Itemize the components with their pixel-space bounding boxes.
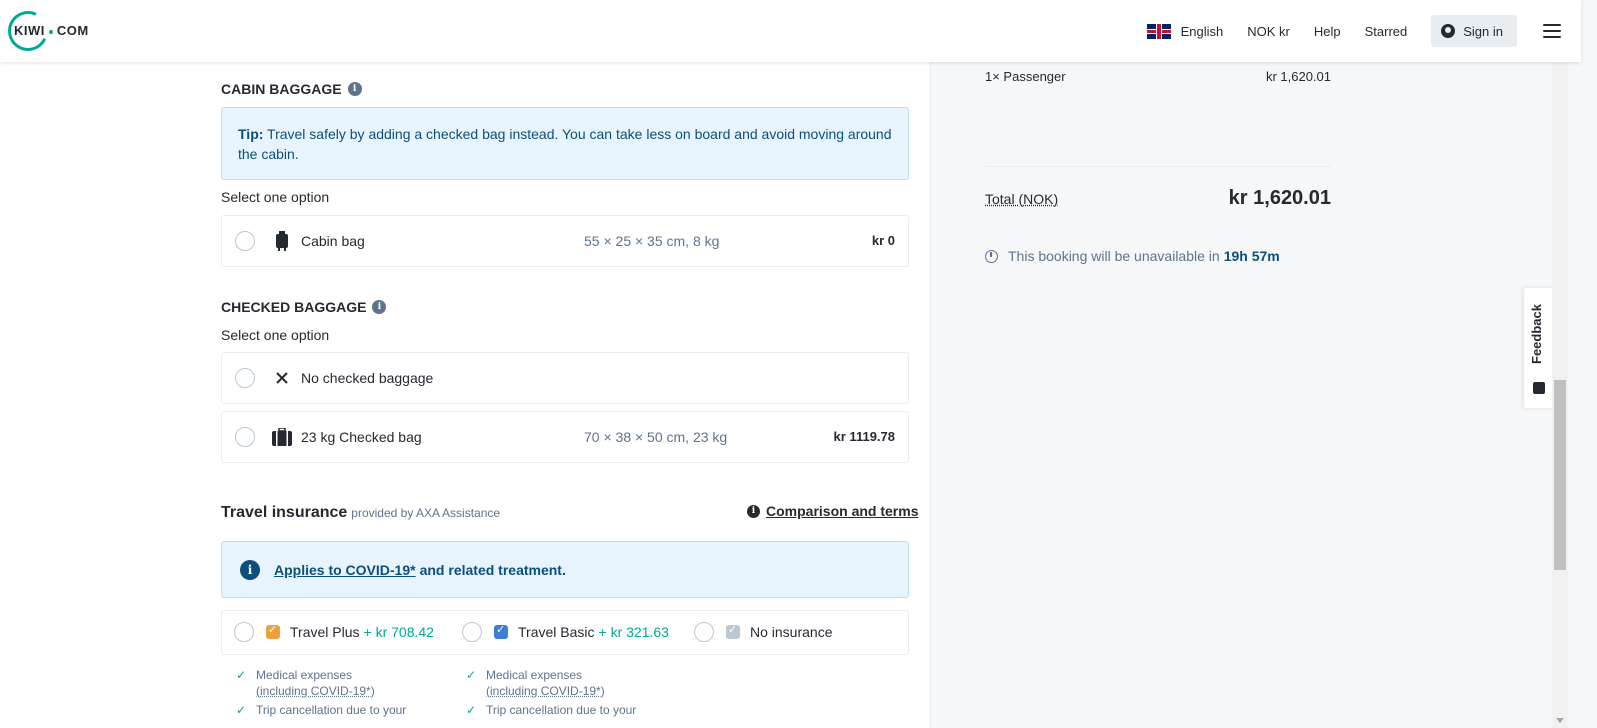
menu-icon[interactable]: [1543, 24, 1561, 38]
passenger-label: 1× Passenger: [985, 69, 1066, 84]
option-label: Travel Plus: [290, 624, 360, 640]
feedback-icon: [1533, 382, 1545, 394]
divider: [985, 166, 1331, 167]
cabin-baggage-title-text: CABIN BAGGAGE: [221, 81, 342, 97]
shield-off-icon: [726, 623, 740, 639]
feature-text: Medical expenses: [486, 668, 583, 682]
feature-item: ✓ Trip cancellation due to your: [236, 702, 407, 718]
sign-in-label: Sign in: [1463, 23, 1503, 39]
shield-icon: [266, 623, 280, 639]
top-header: KIWI COM English NOK kr Help Starred Sign…: [0, 0, 1581, 62]
option-label: Cabin bag: [301, 233, 365, 249]
stopwatch-icon: [985, 249, 998, 263]
check-icon: ✓: [466, 668, 477, 682]
logo-text-right: COM: [56, 23, 89, 38]
check-icon: ✓: [236, 703, 247, 717]
option-price: + kr 708.42: [363, 624, 434, 640]
logo-text-left: KIWI: [14, 23, 45, 38]
info-icon: i: [747, 504, 760, 518]
check-icon: ✓: [236, 668, 247, 682]
logo-dot: [48, 29, 53, 34]
checked-baggage-title: CHECKED BAGGAGE i: [221, 299, 387, 315]
feature-subtext[interactable]: (including COVID-19*): [486, 683, 605, 699]
comparison-terms-link[interactable]: i Comparison and terms: [747, 503, 918, 519]
option-label: Travel Basic: [518, 624, 595, 640]
passenger-row: 1× Passenger kr 1,620.01: [985, 69, 1331, 84]
feedback-tab[interactable]: Feedback: [1523, 287, 1554, 409]
currency-selector[interactable]: NOK kr: [1247, 24, 1290, 39]
cabin-select-label: Select one option: [221, 189, 330, 205]
option-label: 23 kg Checked bag: [301, 429, 422, 445]
radio-button[interactable]: [235, 427, 255, 447]
info-icon[interactable]: i: [372, 300, 387, 314]
uk-flag-icon: [1146, 23, 1171, 39]
no-insurance-option[interactable]: No insurance: [694, 622, 833, 642]
kiwi-logo[interactable]: KIWI COM: [2, 5, 92, 57]
check-icon: ✓: [466, 703, 477, 717]
option-label: No checked baggage: [301, 370, 434, 386]
starred-link[interactable]: Starred: [1365, 24, 1408, 39]
scrollbar-thumb[interactable]: [1554, 380, 1566, 570]
travel-basic-option[interactable]: Travel Basic + kr 321.63: [462, 622, 669, 642]
total-label[interactable]: Total (NOK): [985, 191, 1058, 207]
logo-text: KIWI COM: [14, 23, 89, 38]
shield-icon: [494, 623, 508, 639]
info-icon[interactable]: i: [347, 82, 362, 96]
timer-value: 19h 57m: [1223, 248, 1280, 264]
passenger-price: kr 1,620.01: [1265, 69, 1331, 84]
comparison-terms-label: Comparison and terms: [766, 503, 919, 519]
feature-subtext[interactable]: (including COVID-19*): [256, 683, 375, 699]
no-checked-baggage-option[interactable]: No checked baggage: [221, 352, 909, 404]
help-link[interactable]: Help: [1314, 24, 1341, 39]
covid-text: and related treatment.: [419, 561, 566, 578]
feature-item: ✓ Medical expenses (including COVID-19*): [236, 667, 375, 699]
sign-in-button[interactable]: Sign in: [1431, 15, 1517, 47]
radio-button[interactable]: [235, 368, 255, 388]
total-value: kr 1,620.01: [1228, 187, 1331, 209]
option-dimensions: 70 × 38 × 50 cm, 23 kg: [584, 429, 728, 445]
radio-button[interactable]: [694, 622, 714, 642]
language-label: English: [1180, 23, 1224, 39]
tip-label: Tip:: [238, 126, 264, 142]
cabin-baggage-title: CABIN BAGGAGE i: [221, 81, 362, 97]
option-price: kr 0: [871, 233, 895, 248]
radio-button[interactable]: [235, 231, 255, 251]
checked-select-label: Select one option: [221, 327, 330, 343]
option-dimensions: 55 × 25 × 35 cm, 8 kg: [584, 233, 720, 249]
feature-text: Trip cancellation due to your: [256, 703, 407, 717]
feature-item: ✓ Medical expenses (including COVID-19*): [466, 667, 605, 699]
covid-link[interactable]: Applies to COVID-19*: [274, 562, 416, 578]
radio-button[interactable]: [234, 622, 254, 642]
insurance-title-text: Travel insurance: [221, 504, 348, 521]
cabin-bag-icon: [272, 231, 292, 251]
radio-button[interactable]: [462, 622, 482, 642]
timer-text: This booking will be unavailable in: [1008, 248, 1220, 264]
info-icon: i: [240, 559, 260, 580]
checked-baggage-title-text: CHECKED BAGGAGE: [221, 299, 367, 315]
language-selector[interactable]: English: [1146, 23, 1224, 39]
option-price: kr 1119.78: [833, 429, 895, 444]
checked-bag-option[interactable]: 23 kg Checked bag 70 × 38 × 50 cm, 23 kg…: [221, 411, 909, 463]
option-price: + kr 321.63: [598, 624, 669, 640]
close-icon: [272, 368, 292, 388]
insurance-options: Travel Plus + kr 708.42 Travel Basic + k…: [221, 610, 909, 655]
header-nav: English NOK kr Help Starred Sign in: [1123, 0, 1561, 62]
feature-item: ✓ Trip cancellation due to your: [466, 702, 637, 718]
tip-text: Travel safely by adding a checked bag in…: [238, 126, 892, 162]
cabin-bag-option[interactable]: Cabin bag 55 × 25 × 35 cm, 8 kg kr 0: [221, 215, 909, 267]
insurance-title: Travel insurance provided by AXA Assistan…: [221, 504, 500, 522]
user-icon: [1441, 24, 1456, 38]
feature-text: Trip cancellation due to your: [486, 703, 637, 717]
page-scrollbar[interactable]: [1552, 0, 1568, 728]
travel-plus-option[interactable]: Travel Plus + kr 708.42: [234, 622, 434, 642]
covid-info-box: i Applies to COVID-19* and related treat…: [221, 541, 909, 598]
suitcase-icon: [272, 427, 292, 447]
booking-timer: This booking will be unavailable in 19h …: [985, 248, 1280, 264]
feedback-label: Feedback: [1529, 304, 1544, 364]
scroll-down-arrow-icon[interactable]: [1556, 718, 1564, 723]
feature-text: Medical expenses: [256, 668, 353, 682]
insurance-provider: provided by AXA Assistance: [351, 506, 501, 520]
option-label: No insurance: [750, 624, 833, 640]
cabin-tip-box: Tip: Travel safely by adding a checked b…: [221, 107, 909, 180]
